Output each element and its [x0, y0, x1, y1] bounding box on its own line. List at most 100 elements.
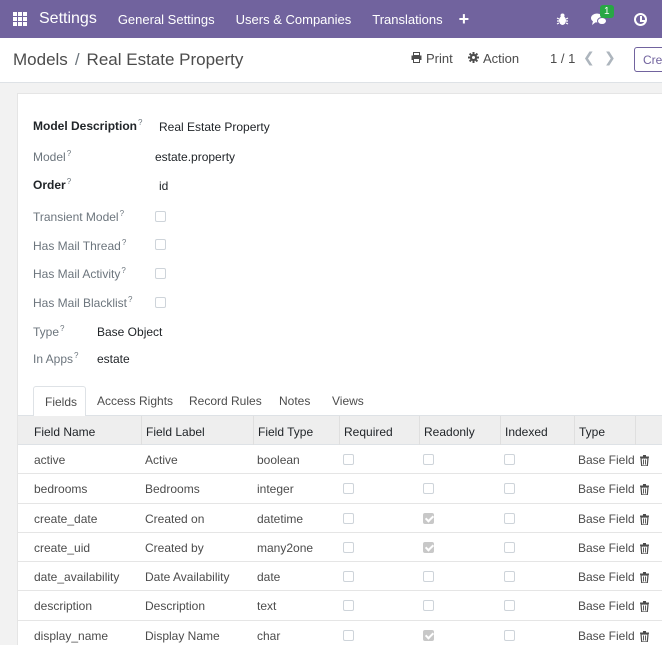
field-type-cell: text: [257, 599, 277, 614]
menu-users-companies[interactable]: Users & Companies: [236, 12, 352, 27]
table-row[interactable]: bedrooms Bedrooms integer Base Field: [18, 474, 662, 504]
mail-activity-label: Has Mail Activity?: [33, 266, 126, 281]
required-checkbox: [343, 512, 354, 524]
column-header-required[interactable]: Required: [339, 416, 420, 445]
tab-fields[interactable]: Fields: [33, 386, 86, 417]
model-description-field[interactable]: Real Estate Property: [159, 120, 270, 134]
field-type-cell: many2one: [257, 540, 314, 555]
in-apps-label: In Apps?: [33, 351, 79, 366]
trash-icon[interactable]: [640, 454, 649, 467]
type-cell: Base Field: [578, 482, 635, 497]
table-row[interactable]: display_name Display Name char Base Field: [18, 621, 662, 645]
trash-icon[interactable]: [640, 513, 649, 526]
readonly-checkbox: [423, 571, 434, 583]
print-button[interactable]: Print: [411, 51, 453, 66]
indexed-checkbox: [504, 600, 515, 612]
column-header-actions: [635, 416, 662, 445]
trash-icon[interactable]: [640, 630, 649, 643]
action-button[interactable]: Action: [468, 51, 519, 66]
tab-views[interactable]: Views: [332, 386, 364, 416]
indexed-checkbox: [504, 571, 515, 583]
pager-value[interactable]: 1 / 1: [550, 51, 575, 66]
transient-model-checkbox[interactable]: [155, 211, 166, 222]
mail-activity-checkbox[interactable]: [155, 268, 166, 279]
table-row[interactable]: create_date Created on datetime Base Field: [18, 504, 662, 533]
field-type-cell: datetime: [257, 511, 304, 526]
type-cell: Base Field: [578, 570, 635, 585]
table-row[interactable]: active Active boolean Base Field: [18, 445, 662, 475]
breadcrumb-models-link[interactable]: Models: [13, 50, 68, 69]
help-mark: ?: [74, 351, 79, 360]
field-name-cell: date_availability: [34, 570, 120, 585]
field-type-cell: date: [257, 570, 281, 585]
field-name-cell: active: [34, 453, 66, 467]
breadcrumb-separator: /: [74, 50, 80, 69]
tab-notes[interactable]: Notes: [279, 386, 310, 416]
type-label: Type?: [33, 324, 65, 339]
field-type-cell: boolean: [257, 453, 300, 467]
type-cell: Base Field: [578, 453, 635, 467]
app-brand[interactable]: Settings: [39, 10, 97, 28]
help-mark: ?: [138, 118, 143, 127]
mail-blacklist-checkbox[interactable]: [155, 297, 166, 308]
clock-icon[interactable]: [634, 12, 647, 26]
chevron-left-icon[interactable]: ❮: [583, 49, 595, 66]
required-checkbox: [343, 541, 354, 553]
table-row[interactable]: create_uid Created by many2one Base Field: [18, 533, 662, 563]
readonly-checkbox: [423, 483, 434, 495]
order-label: Order?: [33, 177, 72, 192]
notebook-tabs: Fields Access Rights Record Rules Notes …: [18, 386, 662, 417]
chevron-right-icon[interactable]: ❯: [604, 49, 616, 66]
gear-icon: [468, 51, 479, 66]
help-mark: ?: [128, 295, 133, 304]
bug-icon[interactable]: [556, 13, 569, 26]
type-cell: Base Field: [578, 628, 635, 643]
column-header-indexed[interactable]: Indexed: [500, 416, 575, 445]
indexed-checkbox: [504, 629, 515, 641]
column-header-field-type[interactable]: Field Type: [253, 416, 340, 445]
field-name-cell: bedrooms: [34, 482, 88, 497]
indexed-checkbox: [504, 483, 515, 495]
create-button[interactable]: Cre: [634, 47, 662, 72]
tab-record-rules[interactable]: Record Rules: [189, 386, 262, 416]
trash-icon[interactable]: [640, 542, 649, 555]
mail-thread-checkbox[interactable]: [155, 239, 166, 250]
indexed-checkbox: [504, 454, 515, 465]
model-value: estate.property: [155, 150, 236, 164]
plus-icon[interactable]: +: [459, 10, 470, 28]
order-field[interactable]: id: [159, 179, 168, 193]
navbar-systray: 1: [556, 0, 662, 38]
column-header-readonly[interactable]: Readonly: [419, 416, 501, 445]
trash-icon[interactable]: [640, 483, 649, 496]
required-checkbox: [343, 571, 354, 583]
chat-icon[interactable]: 1: [591, 4, 614, 26]
help-mark: ?: [121, 238, 127, 247]
apps-grid-icon[interactable]: [13, 12, 27, 26]
model-description-label: Model Description?: [33, 118, 143, 133]
menu-translations[interactable]: Translations: [372, 12, 442, 27]
readonly-checkbox: [423, 454, 434, 465]
indexed-checkbox: [504, 541, 515, 553]
field-type-cell: char: [257, 628, 281, 643]
column-header-field-label[interactable]: Field Label: [141, 416, 254, 445]
field-label-cell: Description: [145, 599, 206, 614]
transient-model-label: Transient Model?: [33, 209, 125, 224]
trash-icon[interactable]: [640, 571, 649, 584]
column-header-type[interactable]: Type: [574, 416, 636, 445]
table-row[interactable]: description Description text Base Field: [18, 591, 662, 621]
field-type-cell: integer: [257, 482, 294, 497]
breadcrumb: Models / Real Estate Property: [13, 50, 243, 70]
type-value: Base Object: [97, 325, 163, 339]
required-checkbox: [343, 454, 354, 465]
column-header-field-name[interactable]: Field Name: [30, 416, 143, 445]
tab-access-rights[interactable]: Access Rights: [97, 386, 173, 416]
field-label-cell: Bedrooms: [145, 482, 200, 497]
menu-general-settings[interactable]: General Settings: [118, 12, 215, 27]
trash-icon[interactable]: [640, 600, 649, 614]
fields-table: Field Name Field Label Field Type Requir…: [18, 416, 662, 645]
field-label-cell: Active: [145, 453, 178, 467]
type-cell: Base Field: [578, 599, 635, 614]
mail-blacklist-label: Has Mail Blacklist?: [33, 295, 133, 310]
table-row[interactable]: date_availability Date Availability date Ba…: [18, 562, 662, 592]
field-name-cell: description: [34, 599, 93, 614]
